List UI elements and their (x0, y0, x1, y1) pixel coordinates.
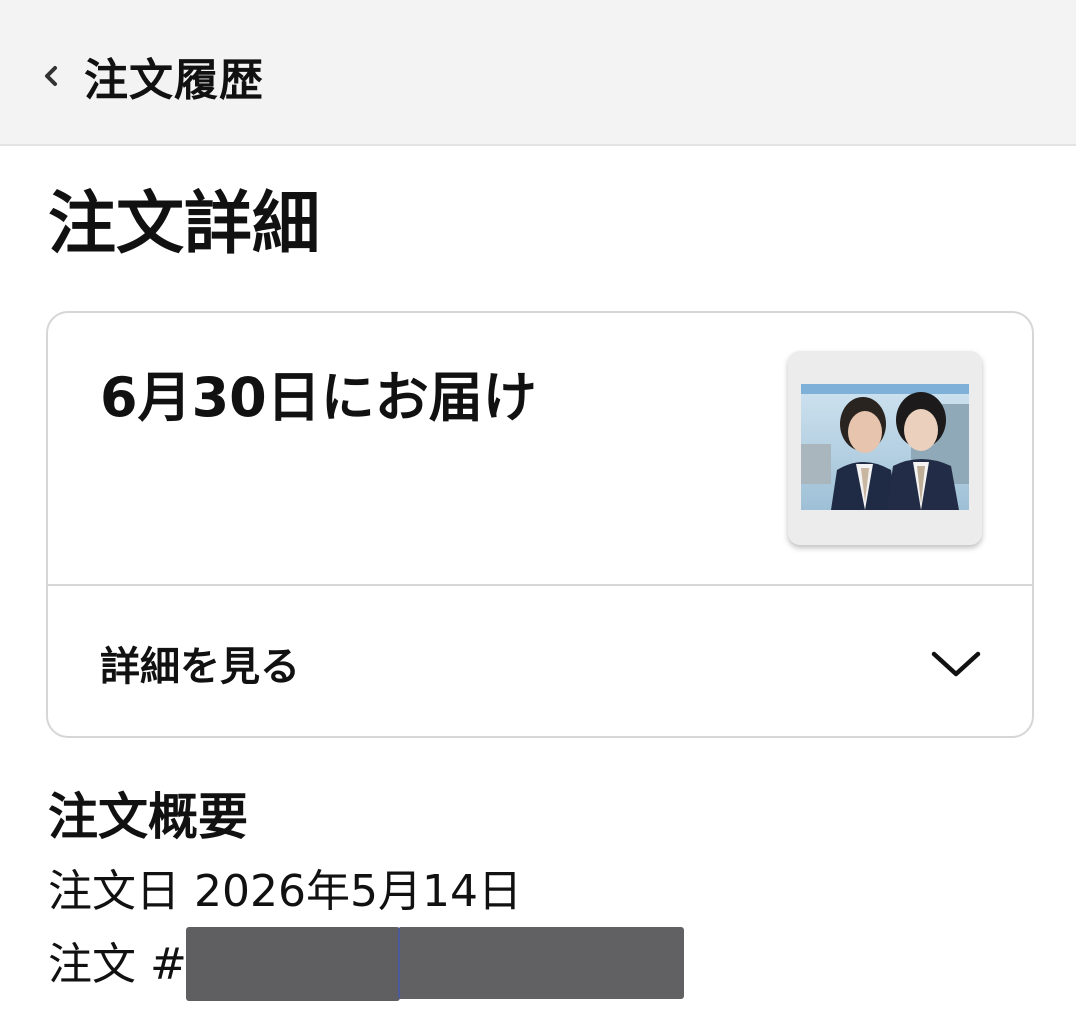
back-link-label: 注文履歴 (84, 55, 264, 106)
product-image (801, 384, 969, 510)
order-date-value: 2026年5月14日 (194, 866, 522, 917)
back-to-order-history-link[interactable]: 注文履歴 (40, 46, 264, 106)
chevron-left-icon (40, 61, 62, 91)
redaction-block (186, 927, 400, 1001)
order-date-line: 注文日 2026年5月14日 (48, 862, 536, 922)
order-number-line: 注文 # (48, 935, 187, 995)
order-number-label: 注文 # (48, 939, 187, 990)
view-details-toggle[interactable]: 詳細を見る (48, 586, 1032, 736)
order-number-redaction (186, 927, 684, 1001)
product-thumbnail[interactable] (788, 351, 982, 545)
page-title: 注文詳細 (48, 185, 321, 264)
redaction-block (398, 927, 684, 999)
view-details-label: 詳細を見る (100, 644, 300, 690)
delivery-date-text: 6月30日にお届け (100, 366, 537, 429)
delivery-card: 6月30日にお届け 詳細を見る (46, 311, 1034, 738)
order-date-label: 注文日 (48, 866, 180, 917)
order-summary-heading: 注文概要 (48, 788, 248, 846)
chevron-down-icon (928, 644, 984, 684)
top-navigation-bar: 注文履歴 (0, 0, 1076, 146)
